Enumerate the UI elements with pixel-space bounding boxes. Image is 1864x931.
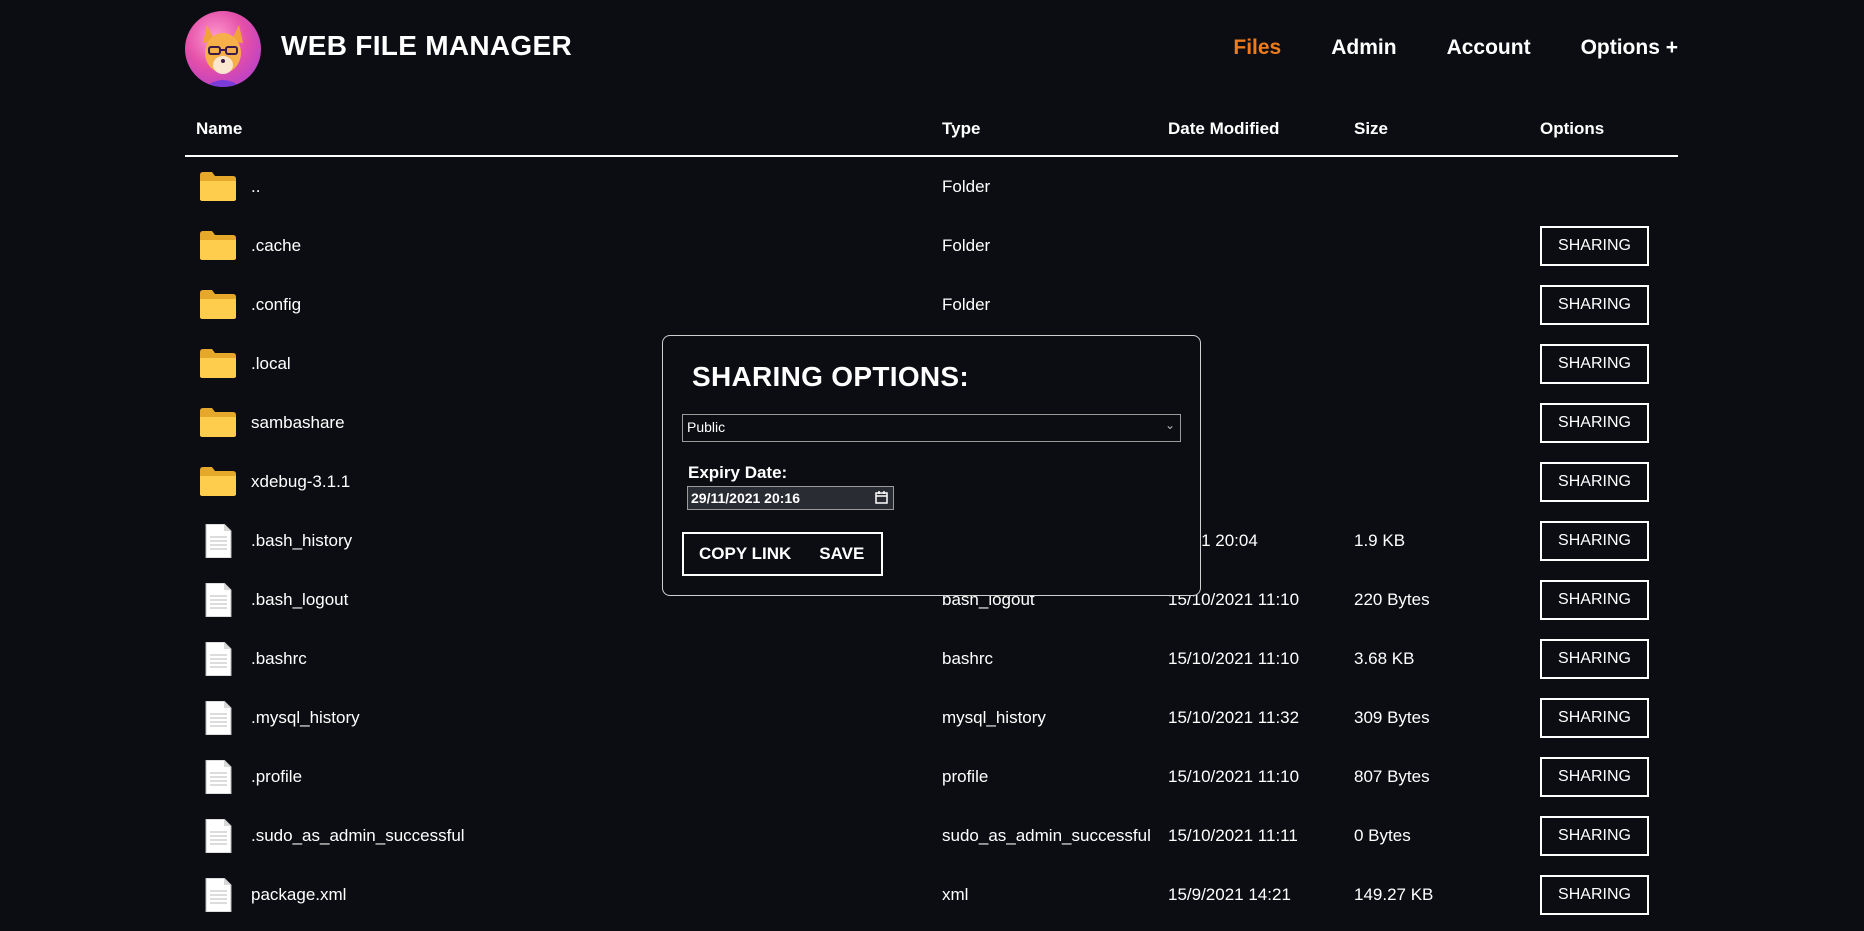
sharing-button[interactable]: SHARING bbox=[1540, 639, 1649, 679]
app-title: WEB FILE MANAGER bbox=[281, 30, 573, 61]
table-row[interactable]: .. Folder bbox=[185, 157, 1678, 216]
file-type: Folder bbox=[942, 177, 991, 196]
visibility-select[interactable]: Public ⌄ bbox=[682, 414, 1181, 442]
expiry-date-input[interactable]: 29/11/2021 20:16 bbox=[687, 486, 894, 510]
logo-avatar[interactable] bbox=[185, 11, 261, 87]
nav-item-files[interactable]: Files bbox=[1233, 36, 1281, 60]
table-row[interactable]: .mysql_history mysql_history 15/10/2021 11… bbox=[185, 688, 1678, 747]
folder-icon bbox=[199, 465, 237, 499]
save-button[interactable]: SAVE bbox=[819, 544, 864, 564]
folder-icon bbox=[199, 406, 237, 440]
column-header-name[interactable]: Name bbox=[196, 119, 242, 139]
file-date-modified: 15/10/2021 11:11 bbox=[1168, 826, 1298, 845]
file-name[interactable]: package.xml bbox=[251, 885, 346, 905]
modal-title: SHARING OPTIONS: bbox=[692, 361, 970, 392]
table-row[interactable]: .sudo_as_admin_successful sudo_as_admin_s… bbox=[185, 806, 1678, 865]
file-date-modified: 15/10/2021 11:32 bbox=[1168, 708, 1300, 727]
file-size: 220 Bytes bbox=[1354, 590, 1430, 609]
folder-icon bbox=[199, 288, 237, 322]
nav-item-options[interactable]: Options + bbox=[1581, 36, 1678, 60]
copy-link-button[interactable]: COPY LINK bbox=[699, 544, 791, 564]
file-icon bbox=[199, 700, 237, 736]
file-type: Folder bbox=[942, 236, 991, 255]
nav-item-account[interactable]: Account bbox=[1447, 36, 1531, 60]
table-row[interactable]: .config Folder SHARING bbox=[185, 275, 1678, 334]
file-size: 807 Bytes bbox=[1354, 767, 1430, 786]
file-name[interactable]: .local bbox=[251, 354, 291, 374]
file-name[interactable]: .bashrc bbox=[251, 649, 307, 669]
column-header-options: Options bbox=[1540, 119, 1605, 138]
chevron-down-icon: ⌄ bbox=[1164, 418, 1175, 432]
file-size: 1.9 KB bbox=[1354, 531, 1406, 550]
main-nav: Files Admin Account Options + bbox=[1233, 36, 1678, 60]
sharing-button[interactable]: SHARING bbox=[1540, 285, 1649, 325]
file-size: 0 Bytes bbox=[1354, 826, 1411, 845]
file-type: bashrc bbox=[942, 649, 994, 668]
table-row[interactable]: package.xml xml 15/9/2021 14:21 149.27 KB SH… bbox=[185, 865, 1678, 924]
file-size: 149.27 KB bbox=[1354, 885, 1434, 904]
sharing-button[interactable]: SHARING bbox=[1540, 521, 1649, 561]
file-name[interactable]: .sudo_as_admin_successful bbox=[251, 826, 465, 846]
file-size: 3.68 KB bbox=[1354, 649, 1415, 668]
nav-item-admin[interactable]: Admin bbox=[1331, 36, 1396, 60]
calendar-icon[interactable] bbox=[875, 491, 888, 507]
file-type: xml bbox=[942, 885, 969, 904]
file-name[interactable]: .config bbox=[251, 295, 301, 315]
file-icon bbox=[199, 523, 237, 559]
expiry-date-value: 29/11/2021 20:16 bbox=[691, 490, 800, 506]
file-type: profile bbox=[942, 767, 989, 786]
sharing-button[interactable]: SHARING bbox=[1540, 757, 1649, 797]
folder-icon bbox=[199, 347, 237, 381]
table-row[interactable]: .profile profile 15/10/2021 11:10 807 Bytes… bbox=[185, 747, 1678, 806]
sharing-button[interactable]: SHARING bbox=[1540, 580, 1649, 620]
visibility-selected-value: Public bbox=[687, 419, 726, 435]
file-icon bbox=[199, 582, 237, 618]
file-type: Folder bbox=[942, 295, 991, 314]
sharing-button[interactable]: SHARING bbox=[1540, 344, 1649, 384]
sharing-button[interactable]: SHARING bbox=[1540, 462, 1649, 502]
file-type: mysql_history bbox=[942, 708, 1046, 727]
column-header-type[interactable]: Type bbox=[942, 119, 980, 139]
file-icon bbox=[199, 818, 237, 854]
file-date-modified: 15/10/2021 11:10 bbox=[1168, 767, 1300, 786]
file-icon bbox=[199, 877, 237, 913]
sharing-button[interactable]: SHARING bbox=[1540, 816, 1649, 856]
file-name[interactable]: .. bbox=[251, 177, 260, 197]
sharing-options-modal: SHARING OPTIONS: Public ⌄ Expiry Date: 2… bbox=[662, 335, 1201, 596]
file-size: 309 Bytes bbox=[1354, 708, 1430, 727]
column-header-size[interactable]: Size bbox=[1354, 119, 1388, 139]
file-name[interactable]: .bash_logout bbox=[251, 590, 348, 610]
file-name[interactable]: sambashare bbox=[251, 413, 345, 433]
file-name[interactable]: .profile bbox=[251, 767, 302, 787]
sharing-button[interactable]: SHARING bbox=[1540, 403, 1649, 443]
file-name[interactable]: .bash_history bbox=[251, 531, 352, 551]
file-name[interactable]: xdebug-3.1.1 bbox=[251, 472, 350, 492]
table-row[interactable]: .bashrc bashrc 15/10/2021 11:10 3.68 KB SHAR… bbox=[185, 629, 1678, 688]
folder-icon bbox=[199, 229, 237, 263]
file-type: sudo_as_admin_successful bbox=[942, 826, 1151, 845]
file-icon bbox=[199, 759, 237, 795]
file-name[interactable]: .cache bbox=[251, 236, 301, 256]
folder-icon bbox=[199, 170, 237, 204]
sharing-button[interactable]: SHARING bbox=[1540, 875, 1649, 915]
table-header: Name Type Date Modified Size Options bbox=[185, 112, 1678, 157]
file-icon bbox=[199, 641, 237, 677]
file-name[interactable]: .mysql_history bbox=[251, 708, 360, 728]
column-header-date-modified[interactable]: Date Modified bbox=[1168, 119, 1279, 139]
table-row[interactable]: .cache Folder SHARING bbox=[185, 216, 1678, 275]
sharing-button[interactable]: SHARING bbox=[1540, 698, 1649, 738]
sharing-button[interactable]: SHARING bbox=[1540, 226, 1649, 266]
modal-action-buttons: COPY LINK SAVE bbox=[682, 532, 883, 576]
file-date-modified: 15/9/2021 14:21 bbox=[1168, 885, 1291, 904]
file-date-modified: 15/10/2021 11:10 bbox=[1168, 649, 1300, 668]
expiry-date-label: Expiry Date: bbox=[688, 463, 788, 482]
header: WEB FILE MANAGER Files Admin Account Option… bbox=[185, 10, 1678, 90]
